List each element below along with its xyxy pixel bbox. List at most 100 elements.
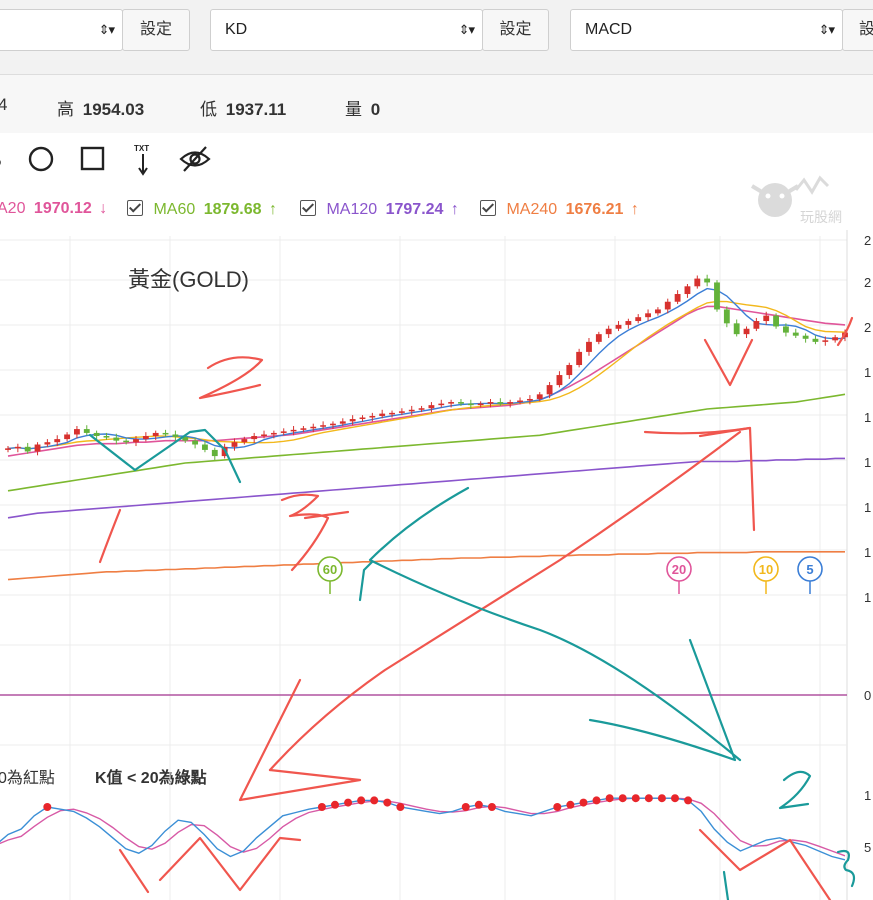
candle-body xyxy=(694,278,701,287)
candle-body xyxy=(152,432,159,437)
candle-body xyxy=(802,335,809,339)
annotation-hook-teal xyxy=(358,560,374,602)
candle-body xyxy=(812,338,819,342)
candle-body xyxy=(586,341,592,352)
kd-lines xyxy=(0,794,846,861)
candle-body xyxy=(448,402,455,404)
kd-overbought-dot xyxy=(553,803,562,811)
macd-zero-label: 0 xyxy=(864,688,871,703)
candle-body xyxy=(14,446,21,449)
candle-body xyxy=(605,328,612,335)
kd-overbought-dot xyxy=(631,794,640,803)
candle-body xyxy=(408,409,415,412)
annotation-1-red xyxy=(98,508,122,564)
kd-overbought-dot xyxy=(344,798,353,807)
kd-overbought-dot xyxy=(474,800,483,809)
y-tick-label: 2 xyxy=(864,233,871,248)
kd-tick-label: 5 xyxy=(864,840,871,855)
annotation-kd-red xyxy=(118,828,832,900)
ma-line-ma120 xyxy=(7,457,845,519)
watermark-text: 玩股網 xyxy=(800,210,842,226)
candle-body xyxy=(832,337,839,341)
candle-body xyxy=(625,321,632,325)
candle-body xyxy=(172,434,179,437)
candle-body xyxy=(674,294,681,302)
candle-body xyxy=(261,434,267,437)
annotation-2-red xyxy=(198,356,264,400)
annotation-arrow-red xyxy=(268,426,756,772)
candle-body xyxy=(507,402,514,404)
stock-chart[interactable]: 玩股網 黃金(GOLD) 60 20 10 5 2 2 2 1 1 1 1 1 1 1 5 0 xyxy=(0,0,873,900)
candle-body xyxy=(379,413,386,416)
candle-body xyxy=(526,398,533,401)
candle-body xyxy=(704,278,711,283)
period-markers: 60 20 10 5 xyxy=(317,556,823,594)
y-tick-label: 1 xyxy=(864,545,871,560)
candle-body xyxy=(763,315,770,322)
candle-body xyxy=(270,432,277,435)
candle-body xyxy=(202,444,208,450)
candle-body xyxy=(418,408,425,410)
candle-body xyxy=(123,440,130,443)
candle-body xyxy=(330,423,336,426)
kd-overbought-dot xyxy=(684,796,693,805)
kd-overbought-dot xyxy=(357,796,366,805)
hand-drawn-annotations xyxy=(88,316,856,900)
candle-body xyxy=(251,436,258,440)
candle-body xyxy=(24,446,31,452)
kd-overbought-dot xyxy=(579,798,588,807)
chart-title: 黃金(GOLD) xyxy=(128,267,249,292)
candle-body xyxy=(467,403,474,406)
candle-body xyxy=(566,365,573,376)
candle-body xyxy=(536,394,543,399)
kd-overbought-dot xyxy=(566,800,575,809)
period-marker-label: 60 xyxy=(323,562,337,577)
kd-overbought-dot xyxy=(657,794,666,803)
candle-body xyxy=(487,402,494,404)
candle-body xyxy=(192,440,199,445)
chart-grid xyxy=(0,230,848,900)
ma-line-ma10 xyxy=(7,300,846,450)
kd-tick-label: 1 xyxy=(864,788,871,803)
kd-overbought-dot xyxy=(618,794,627,803)
kd-overbought-dot xyxy=(461,803,470,811)
candle-body xyxy=(349,419,356,422)
annotation-bracket-red xyxy=(643,426,752,435)
candle-body xyxy=(369,415,376,418)
candle-body xyxy=(103,436,110,438)
candle-body xyxy=(723,309,730,324)
candle-body xyxy=(5,448,11,450)
candle-body xyxy=(497,402,504,404)
y-tick-label: 1 xyxy=(864,590,871,605)
kd-overbought-dot xyxy=(370,796,379,805)
kd-overbought-dot xyxy=(383,798,392,807)
candle-body xyxy=(359,417,366,420)
kd-overbought-dot xyxy=(317,803,326,811)
kd-overbought-dot xyxy=(592,796,601,805)
candle-body xyxy=(34,444,41,452)
candle-body xyxy=(556,375,563,386)
candle-body xyxy=(576,351,583,366)
candle-body xyxy=(458,402,464,404)
candle-body xyxy=(684,286,691,295)
kd-overbought-dot xyxy=(487,803,496,811)
watermark-logo: 玩股網 xyxy=(750,175,842,226)
candle-body xyxy=(714,282,720,310)
candle-body xyxy=(133,439,139,443)
candle-body xyxy=(339,421,346,424)
candle-body xyxy=(822,340,829,342)
annotation-3-red xyxy=(280,493,350,572)
annotation-v-red xyxy=(703,338,754,387)
candle-body xyxy=(595,334,602,342)
candle-body xyxy=(142,436,149,440)
candle-body xyxy=(517,400,523,403)
candle-body xyxy=(792,332,799,336)
candle-body xyxy=(211,449,218,457)
candle-body xyxy=(44,442,51,445)
candle-body xyxy=(753,321,760,329)
candle-body xyxy=(546,385,553,395)
y-tick-label: 1 xyxy=(864,410,871,425)
candle-body xyxy=(428,405,435,409)
candle-body xyxy=(241,439,248,443)
kd-k-line xyxy=(0,797,846,861)
